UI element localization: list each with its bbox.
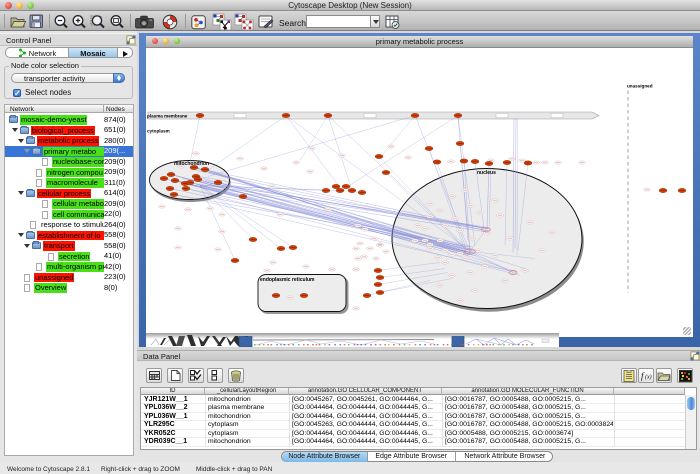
svg-text:mitochondrion: mitochondrion <box>174 161 209 167</box>
svg-text:unassigned: unassigned <box>627 83 653 88</box>
svg-text:endoplasmic reticulum: endoplasmic reticulum <box>260 277 315 283</box>
svg-text:plasma membrane: plasma membrane <box>147 113 188 118</box>
svg-text:cytoplasm: cytoplasm <box>147 128 170 133</box>
svg-text:(x): (x) <box>645 374 652 381</box>
svg-text:nucleus: nucleus <box>477 170 496 176</box>
